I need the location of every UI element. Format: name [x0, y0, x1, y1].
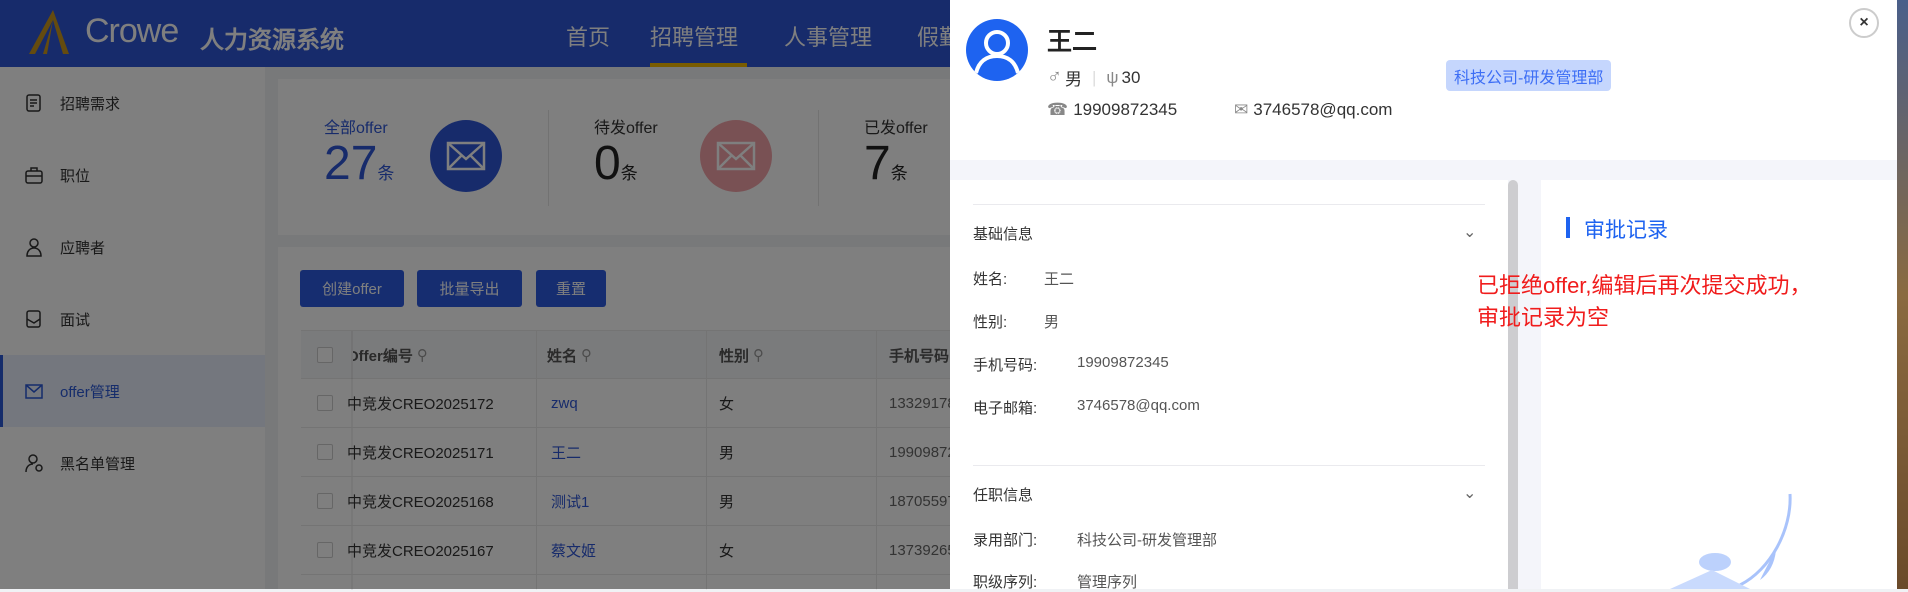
- approval-records-title: 审批记录: [1584, 219, 1668, 242]
- field-label: 手机号码:: [973, 357, 1038, 374]
- department-tag: 科技公司-研发管理部: [1446, 60, 1612, 91]
- title-accent-bar: [1566, 217, 1570, 238]
- annotation-line-1: 已拒绝offer,编辑后再次提交成功，: [1477, 273, 1812, 298]
- field-label: 性别:: [973, 314, 1008, 331]
- chevron-down-icon[interactable]: ⌄: [1463, 222, 1476, 242]
- avatar: [966, 19, 1028, 81]
- field-value: 19909872345: [1077, 354, 1169, 371]
- field-value: 科技公司-研发管理部: [1077, 532, 1217, 549]
- annotation-line-2: 审批记录为空: [1477, 305, 1610, 330]
- gender-age-row: ♂ 男 | ψ 30: [1047, 66, 1141, 89]
- job-info-title: 任职信息: [973, 487, 1034, 504]
- scrollbar[interactable]: [1508, 180, 1518, 589]
- sprout-icon: ψ: [1106, 67, 1119, 87]
- phone-row: ☎ 19909872345: [1047, 100, 1178, 119]
- field-value: 王二: [1044, 271, 1075, 288]
- field-label: 姓名:: [973, 271, 1008, 288]
- field-value: 3746578@qq.com: [1077, 397, 1200, 414]
- phone-icon: ☎: [1047, 100, 1069, 119]
- mail-icon: ✉: [1234, 100, 1249, 119]
- candidate-name: 王二: [1047, 28, 1098, 56]
- male-icon: ♂: [1047, 66, 1062, 88]
- close-button[interactable]: ×: [1849, 8, 1879, 38]
- field-label: 电子邮箱:: [973, 400, 1038, 417]
- email-row: ✉ 3746578@qq.com: [1234, 100, 1393, 119]
- empty-state-illustration: [1670, 493, 1792, 589]
- chevron-down-icon[interactable]: ⌄: [1463, 483, 1476, 503]
- basic-info-title: 基础信息: [973, 226, 1034, 243]
- field-label: 录用部门:: [973, 532, 1038, 549]
- section-band: [950, 160, 1897, 180]
- field-value: 男: [1044, 314, 1060, 331]
- desktop-wallpaper-strip: [1897, 0, 1908, 589]
